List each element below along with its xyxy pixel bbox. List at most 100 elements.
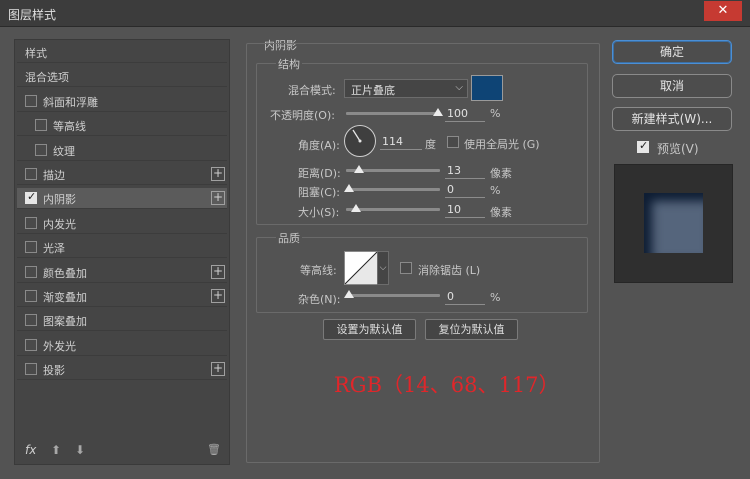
style-checkbox[interactable] [25, 338, 37, 351]
noise-field[interactable]: 0 [445, 290, 485, 305]
add-icon[interactable]: + [211, 264, 225, 279]
distance-label: 距离(D): [298, 167, 341, 180]
style-list-item[interactable]: 样式 [17, 42, 227, 63]
opacity-field[interactable]: 100 [445, 107, 485, 122]
noise-unit: % [490, 291, 501, 304]
contour-picker[interactable] [344, 251, 378, 285]
shadow-color-swatch[interactable] [471, 75, 503, 101]
style-checkbox[interactable] [25, 94, 37, 107]
add-icon[interactable]: + [211, 167, 225, 181]
style-list-item[interactable]: 纹理 [17, 140, 227, 161]
angle-indicator-icon [352, 129, 362, 143]
style-list-item[interactable]: 混合选项 [17, 66, 227, 88]
chevron-down-icon: ⌵ [455, 82, 463, 93]
style-list-item[interactable]: 外发光 [17, 335, 227, 356]
style-checkbox[interactable] [25, 363, 37, 376]
size-value: 10 [447, 203, 461, 216]
size-field[interactable]: 10 [445, 203, 485, 218]
opacity-label: 不透明度(O): [270, 109, 335, 122]
style-list-item[interactable]: 描边 + [17, 164, 227, 185]
contour-dropdown-chevron-icon[interactable]: ⌵ [377, 251, 389, 285]
add-icon[interactable]: + [211, 362, 225, 377]
style-checkbox[interactable] [25, 314, 37, 327]
style-list: 样式混合选项斜面和浮雕等高线纹理描边 + 内阴影 + 内发光光泽颜色叠加 + 渐变叠加 + 图案… [14, 39, 230, 465]
style-list-item-label: 样式 [25, 47, 47, 60]
contour-label: 等高线: [300, 264, 337, 277]
style-checkbox[interactable] [25, 168, 37, 180]
move-up-icon[interactable]: ⬆ [51, 443, 61, 457]
noise-slider-thumb[interactable] [344, 290, 354, 298]
style-list-item-label: 内发光 [43, 217, 76, 231]
reset-default-button[interactable]: 复位为默认值 [425, 319, 518, 340]
preview-checkbox[interactable] [637, 139, 649, 153]
choke-field[interactable]: 0 [445, 183, 485, 198]
add-icon[interactable]: + [211, 289, 225, 303]
style-checkbox[interactable] [25, 241, 37, 254]
size-label: 大小(S): [298, 206, 340, 219]
style-checkbox[interactable] [35, 119, 47, 132]
angle-label: 角度(A): [298, 139, 340, 152]
style-list-item-label: 等高线 [53, 120, 86, 134]
preview-label: 预览(V) [657, 142, 699, 156]
style-list-item[interactable]: 投影 + [17, 359, 227, 381]
add-icon[interactable]: + [211, 191, 225, 206]
noise-slider-track[interactable] [346, 294, 440, 297]
global-light-label: 使用全局光 (G) [464, 138, 540, 151]
size-slider-thumb[interactable] [351, 204, 361, 212]
noise-value: 0 [447, 290, 454, 303]
ok-button[interactable]: 确定 [612, 40, 732, 64]
antialias-checkbox[interactable] [400, 262, 412, 274]
new-style-button[interactable]: 新建样式(W)... [612, 107, 732, 131]
contour-curve-icon [345, 252, 377, 284]
blend-mode-dropdown[interactable]: 正片叠底 ⌵ [344, 79, 468, 98]
window-title: 图层样式 [8, 8, 57, 22]
style-checkbox[interactable] [25, 216, 37, 229]
choke-slider-thumb[interactable] [344, 184, 354, 192]
opacity-unit: % [490, 107, 501, 120]
style-list-footer: fx ⬆ ⬇ 🗑 [17, 440, 227, 462]
opacity-slider-thumb[interactable] [433, 108, 443, 116]
style-list-item-label: 纹理 [53, 144, 75, 158]
angle-dial[interactable] [344, 125, 376, 157]
antialias-label: 消除锯齿 (L) [418, 264, 481, 277]
style-checkbox[interactable] [35, 143, 47, 156]
style-list-item-label: 图案叠加 [43, 315, 87, 329]
distance-field[interactable]: 13 [445, 164, 485, 179]
trash-icon[interactable]: 🗑 [207, 443, 221, 456]
opacity-slider-track[interactable] [346, 112, 440, 115]
style-list-item-label: 渐变叠加 [43, 291, 87, 304]
size-unit: 像素 [490, 206, 512, 219]
angle-value: 114 [382, 135, 403, 148]
style-list-item-label: 内阴影 [43, 193, 76, 207]
choke-slider-track[interactable] [346, 188, 440, 191]
style-list-item[interactable]: 颜色叠加 + [17, 262, 227, 283]
style-list-item[interactable]: 等高线 [17, 115, 227, 137]
preview-swatch [644, 193, 703, 253]
distance-slider-thumb[interactable] [354, 165, 364, 173]
style-list-item-label: 光泽 [43, 242, 65, 256]
angle-field[interactable]: 114 [380, 135, 422, 150]
dialog-body: 样式混合选项斜面和浮雕等高线纹理描边 + 内阴影 + 内发光光泽颜色叠加 + 渐变叠加 + 图案… [0, 27, 750, 479]
style-list-item-label: 描边 [43, 169, 65, 182]
style-checkbox[interactable] [25, 190, 37, 205]
close-button[interactable]: ✕ [704, 1, 742, 21]
style-list-item[interactable]: 图案叠加 [17, 310, 227, 332]
style-checkbox[interactable] [25, 265, 37, 278]
fx-icon[interactable]: fx [25, 443, 36, 457]
structure-title: 结构 [276, 56, 302, 72]
style-list-item[interactable]: 光泽 [17, 237, 227, 259]
style-list-item-label: 斜面和浮雕 [43, 95, 98, 109]
blend-mode-label: 混合模式: [288, 84, 336, 97]
style-list-item[interactable]: 内发光 [17, 213, 227, 234]
distance-value: 13 [447, 164, 461, 177]
set-default-button[interactable]: 设置为默认值 [323, 319, 416, 340]
style-list-item[interactable]: 斜面和浮雕 [17, 91, 227, 112]
choke-value: 0 [447, 183, 454, 196]
style-checkbox[interactable] [25, 290, 37, 302]
quality-title: 品质 [276, 230, 302, 246]
cancel-button[interactable]: 取消 [612, 74, 732, 98]
style-list-item[interactable]: 渐变叠加 + [17, 286, 227, 307]
style-list-item[interactable]: 内阴影 + [17, 188, 227, 210]
move-down-icon[interactable]: ⬇ [75, 443, 85, 457]
global-light-checkbox[interactable] [447, 136, 459, 148]
